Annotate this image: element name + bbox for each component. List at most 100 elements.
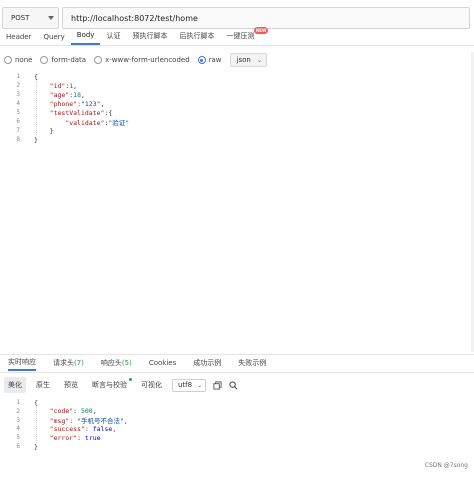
method-select[interactable]: POST <box>2 7 59 29</box>
indent-guide <box>36 81 37 135</box>
radio-label: x-www-form-urlencoded <box>105 56 190 64</box>
view-button-2[interactable]: 预览 <box>60 377 82 393</box>
line-number: 6 <box>16 118 20 125</box>
tab-0[interactable]: Header <box>0 33 38 45</box>
button-label: 预览 <box>64 381 78 389</box>
tab-label: Query <box>43 33 65 41</box>
tab-label: 预执行脚本 <box>132 32 168 40</box>
chevron-down-icon: ⌄ <box>256 56 262 64</box>
radio-button[interactable] <box>94 56 103 64</box>
line-number: 2 <box>16 407 20 415</box>
view-button-0[interactable]: 美化 <box>4 377 26 393</box>
tab-label: 认证 <box>106 32 121 40</box>
response-tabs: 实时响应 请求头(7) 响应头(5) Cookies 成功示例 失败示例 <box>0 356 474 373</box>
code-text: "validate":"验证" <box>65 118 130 127</box>
request-body-editor[interactable]: 1{2 "id":1, 3 "age":18, 4 "phone":"123", 5 … <box>0 70 474 352</box>
tab-label: 实时响应 <box>8 358 36 366</box>
chevron-down-icon <box>48 16 54 20</box>
view-button-3[interactable]: 断言与校验 <box>88 377 132 393</box>
code-text: "age":18, <box>49 90 85 99</box>
tab-2[interactable]: Body <box>70 31 101 45</box>
code-line: 4 "phone":"123", <box>0 99 104 108</box>
response-toolbar: 美化 原生 预览 断言与校验 可视化 utf8 ⌄ <box>0 377 244 393</box>
search-icon[interactable] <box>228 380 238 390</box>
code-line: 8} <box>0 135 38 144</box>
code-text: "testValidate":{ <box>49 108 113 117</box>
line-number: 8 <box>16 136 20 143</box>
body-type-form-data[interactable]: form-data <box>40 56 86 64</box>
radio-label: form-data <box>51 56 87 64</box>
view-button-4[interactable]: 可视化 <box>137 377 166 393</box>
indent-guide <box>36 407 37 443</box>
body-type-none[interactable]: none <box>4 56 32 64</box>
code-text: { <box>34 398 38 407</box>
tab-label: 请求头 <box>53 359 74 367</box>
url-text: http://localhost:8072/test/home <box>71 13 198 23</box>
tab-3[interactable]: 认证 <box>100 31 126 45</box>
code-line: 6 "validate":"验证" <box>0 117 130 127</box>
body-type-x-www-form-urlencoded[interactable]: x-www-form-urlencoded <box>94 56 190 64</box>
tab-1[interactable]: Query <box>38 33 71 45</box>
code-text: "id":1, <box>49 81 78 90</box>
line-number: 4 <box>16 425 20 433</box>
code-text: "success": false, <box>49 424 117 433</box>
method-label: POST <box>11 14 30 22</box>
panel-splitter[interactable] <box>0 354 474 355</box>
line-number: 4 <box>16 100 20 107</box>
url-input[interactable]: http://localhost:8072/test/home <box>62 7 470 29</box>
tab-label: 失败示例 <box>238 359 267 367</box>
view-button-1[interactable]: 原生 <box>32 377 54 393</box>
new-badge: NEW <box>253 27 269 34</box>
response-tab-5[interactable]: 失败示例 <box>238 358 266 370</box>
chevron-down-icon: ⌄ <box>197 381 203 389</box>
response-body-viewer[interactable]: 1{2 "code": 500, 3 "msg": "手机号不合法", 4 "suc… <box>0 396 474 456</box>
code-text: } <box>34 442 38 451</box>
response-tab-3[interactable]: Cookies <box>149 359 176 369</box>
tab-label: 响应头 <box>100 359 122 367</box>
response-tab-1[interactable]: 请求头(7) <box>53 358 84 370</box>
status-dot <box>129 378 132 381</box>
line-number: 6 <box>16 443 20 450</box>
tab-label: 一键压测 <box>226 32 255 40</box>
button-label: 美化 <box>8 381 22 389</box>
count-badge: (7) <box>74 359 84 367</box>
code-text: } <box>34 135 38 144</box>
tab-label: 成功示例 <box>193 359 222 367</box>
code-line: 1{ <box>0 398 38 407</box>
encoding-select[interactable]: utf8 ⌄ <box>172 378 207 392</box>
response-tab-2[interactable]: 响应头(5) <box>101 358 132 370</box>
format-select[interactable]: json ⌄ <box>229 53 267 67</box>
code-line: 3 "age":18, <box>0 90 85 99</box>
button-label: 原生 <box>36 381 50 389</box>
response-tab-0[interactable]: 实时响应 <box>8 357 36 371</box>
request-tabs: Header Query Body 认证 预执行脚本 后执行脚本 一键压测 NEW <box>0 27 474 46</box>
url-bar: POST http://localhost:8072/test/home <box>0 6 470 30</box>
radio-label: none <box>15 56 33 64</box>
code-line: 4 "success": false, <box>0 424 116 433</box>
radio-button[interactable] <box>40 56 49 64</box>
tab-label: Body <box>76 31 95 39</box>
radio-button[interactable] <box>4 56 12 64</box>
radio-label: raw <box>208 56 222 64</box>
line-number: 1 <box>16 73 20 80</box>
tab-4[interactable]: 预执行脚本 <box>126 31 173 45</box>
code-line: 6} <box>0 442 38 451</box>
code-line: 1{ <box>0 72 38 81</box>
encoding-label: utf8 <box>178 381 193 389</box>
code-line: 2 "id":1, <box>0 81 77 90</box>
response-tab-4[interactable]: 成功示例 <box>193 358 221 370</box>
code-text: { <box>34 72 38 81</box>
tab-6[interactable]: 一键压测 NEW <box>220 27 269 45</box>
tab-label: Cookies <box>148 359 177 367</box>
tab-5[interactable]: 后执行脚本 <box>173 31 220 45</box>
code-text: "code": 500, <box>49 407 97 416</box>
code-line: 7 } <box>0 126 53 135</box>
code-line: 3 "msg": "手机号不合法", <box>0 416 127 426</box>
body-type-raw[interactable]: raw <box>197 56 222 64</box>
copy-icon[interactable] <box>212 380 222 390</box>
button-label: 断言与校验 <box>92 381 127 389</box>
format-label: json <box>236 56 251 64</box>
radio-button[interactable] <box>197 56 206 64</box>
code-line: 5 "error": true <box>0 433 100 442</box>
line-number: 7 <box>16 127 20 134</box>
